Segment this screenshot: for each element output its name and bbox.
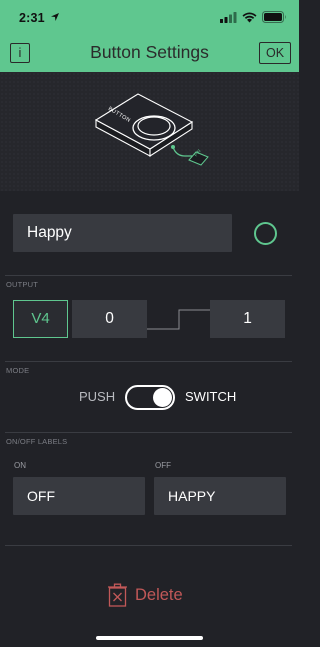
mode-push-label[interactable]: PUSH: [79, 389, 115, 404]
location-arrow-icon: [51, 13, 59, 21]
pin-selector-button[interactable]: V4: [13, 300, 68, 338]
widget-name-input[interactable]: [13, 214, 232, 252]
status-icons: [220, 11, 287, 23]
toggle-knob: [153, 388, 172, 407]
signal-icon: [220, 11, 237, 23]
status-bar: 2:31: [0, 0, 299, 34]
divider: [5, 545, 292, 546]
wifi-icon: [242, 12, 257, 22]
output-section-label: OUTPUT: [6, 280, 39, 289]
range-line-icon: [147, 309, 211, 330]
off-label-input[interactable]: [154, 477, 286, 515]
min-value-input[interactable]: 0: [72, 300, 147, 338]
widget-illustration: BUTTON PIN: [0, 72, 299, 191]
delete-label: Delete: [135, 585, 183, 604]
color-picker-button[interactable]: [254, 222, 277, 245]
trash-icon: [108, 583, 127, 607]
home-indicator: [96, 636, 203, 640]
divider: [5, 361, 292, 362]
mode-toggle-switch[interactable]: [125, 385, 175, 410]
delete-button[interactable]: Delete: [108, 582, 194, 608]
battery-icon: [262, 11, 286, 23]
mode-switch-label[interactable]: SWITCH: [185, 389, 236, 404]
status-time: 2:31: [19, 11, 45, 25]
header-bar: i Button Settings OK: [0, 34, 299, 72]
max-value-input[interactable]: 1: [210, 300, 285, 338]
on-label-caption: ON: [14, 461, 26, 470]
ok-button[interactable]: OK: [259, 42, 291, 64]
button-device-icon: [94, 93, 209, 166]
page-title: Button Settings: [90, 42, 209, 62]
mode-section-label: MODE: [6, 366, 30, 375]
off-label-caption: OFF: [155, 461, 171, 470]
labels-section-label: ON/OFF LABELS: [6, 437, 68, 446]
on-label-input[interactable]: [13, 477, 145, 515]
divider: [5, 275, 292, 276]
divider: [5, 432, 292, 433]
